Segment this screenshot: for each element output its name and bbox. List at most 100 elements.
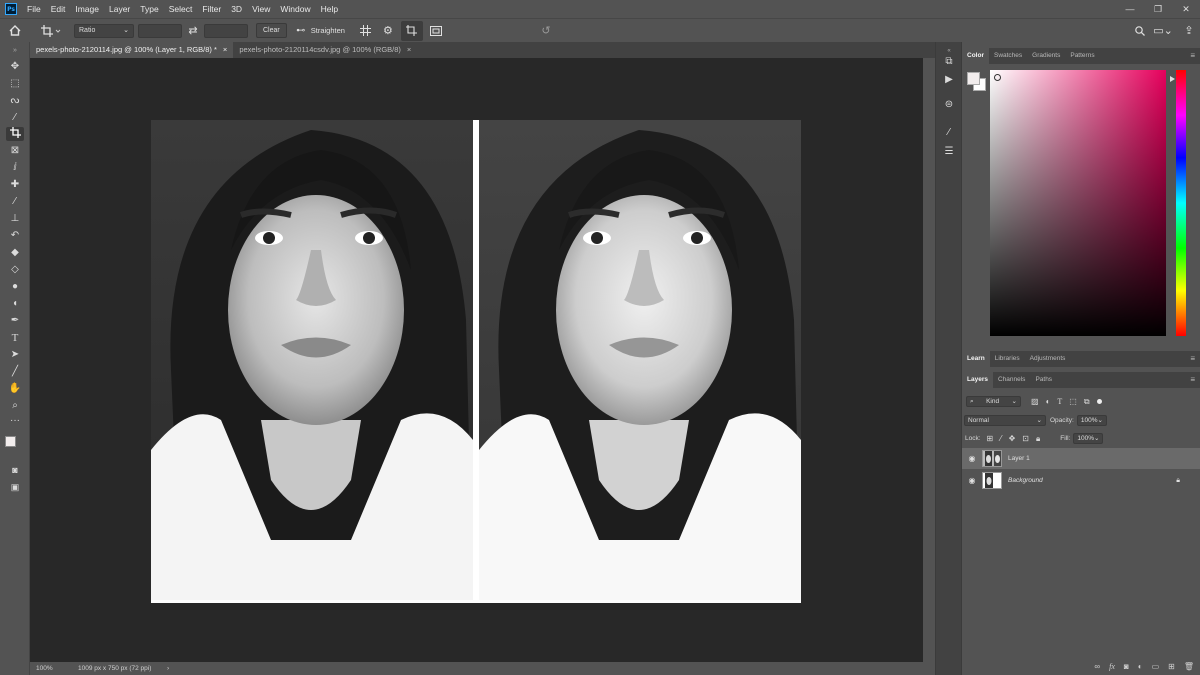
new-layer-icon[interactable]: ⊞ bbox=[1168, 662, 1175, 671]
delete-layer-icon[interactable]: 🗑︎ bbox=[1184, 662, 1194, 671]
screen-mode-icon[interactable]: ▣ bbox=[6, 480, 24, 494]
zoom-tool-icon[interactable]: ⌕ bbox=[6, 399, 24, 413]
layer-name[interactable]: Background bbox=[1008, 477, 1043, 484]
minimize-button[interactable]: — bbox=[1116, 0, 1144, 18]
magic-wand-tool-icon[interactable]: ⁄ bbox=[6, 111, 24, 125]
close-icon[interactable]: × bbox=[223, 42, 227, 58]
panel-menu-icon[interactable]: ≡ bbox=[1190, 354, 1195, 363]
color-foreground-swatch[interactable] bbox=[967, 72, 980, 85]
lock-image-icon[interactable]: ⁄ bbox=[1000, 434, 1001, 443]
quick-mask-icon[interactable]: ◙ bbox=[6, 463, 24, 477]
line-tool-icon[interactable]: ╱ bbox=[6, 365, 24, 379]
menu-window[interactable]: Window bbox=[275, 0, 315, 18]
gear-icon[interactable]: ⚙ bbox=[377, 21, 399, 41]
straighten-icon[interactable]: ⊷ bbox=[291, 21, 311, 41]
menu-help[interactable]: Help bbox=[316, 0, 343, 18]
hand-tool-icon[interactable]: ✋ bbox=[6, 382, 24, 396]
layer-name[interactable]: Layer 1 bbox=[1008, 455, 1030, 462]
delete-cropped-pixels-icon[interactable] bbox=[400, 20, 423, 41]
filter-type-icon[interactable]: T bbox=[1057, 397, 1062, 406]
tab-color[interactable]: Color bbox=[962, 48, 989, 64]
more-tools-icon[interactable]: ··· bbox=[6, 414, 24, 428]
menu-edit[interactable]: Edit bbox=[46, 0, 71, 18]
eye-icon[interactable]: ◉ bbox=[962, 454, 982, 463]
stamp-tool-icon[interactable]: ⊥ bbox=[6, 212, 24, 226]
foreground-color-swatch[interactable] bbox=[5, 436, 16, 447]
zoom-level[interactable]: 100% bbox=[30, 665, 70, 672]
menu-layer[interactable]: Layer bbox=[104, 0, 135, 18]
history-panel-icon[interactable]: ⧉ bbox=[941, 55, 957, 69]
blend-mode-select[interactable]: Normal ⌄ bbox=[964, 415, 1046, 426]
menu-select[interactable]: Select bbox=[164, 0, 198, 18]
link-layers-icon[interactable]: ∞ bbox=[1094, 662, 1100, 671]
paint-bucket-tool-icon[interactable]: ◇ bbox=[6, 263, 24, 277]
lock-transparent-icon[interactable]: ⊞ bbox=[987, 434, 994, 443]
swap-arrows-icon[interactable]: ⇄ bbox=[182, 21, 204, 41]
eyedropper-tool-icon[interactable]: ⅈ bbox=[6, 161, 24, 175]
share-icon[interactable]: ⇪ bbox=[1178, 21, 1200, 41]
content-aware-icon[interactable] bbox=[425, 21, 447, 41]
filter-pixel-icon[interactable]: ▨ bbox=[1031, 397, 1039, 406]
layer-row-background[interactable]: ◉ Background 🔒︎ bbox=[962, 470, 1200, 491]
filter-smart-object-icon[interactable]: ⧉ bbox=[1084, 397, 1090, 407]
tab-channels[interactable]: Channels bbox=[993, 372, 1030, 388]
color-saturation-field[interactable] bbox=[990, 70, 1166, 336]
fill-field[interactable]: 100% ⌄ bbox=[1073, 433, 1104, 444]
tab-patterns[interactable]: Patterns bbox=[1065, 48, 1099, 64]
brush-settings-icon[interactable]: ⁄ bbox=[941, 126, 957, 140]
menu-type[interactable]: Type bbox=[135, 0, 163, 18]
path-selection-tool-icon[interactable]: ➤ bbox=[6, 348, 24, 362]
menu-file[interactable]: File bbox=[22, 0, 46, 18]
history-brush-tool-icon[interactable]: ↶ bbox=[6, 229, 24, 243]
search-icon[interactable] bbox=[1129, 21, 1151, 41]
close-window-button[interactable]: ✕ bbox=[1172, 0, 1200, 18]
crop-tool-icon[interactable] bbox=[6, 127, 24, 141]
filter-adjustment-icon[interactable]: ◐ bbox=[1046, 397, 1051, 406]
opacity-field[interactable]: 100% ⌄ bbox=[1076, 415, 1107, 426]
tab-layers[interactable]: Layers bbox=[962, 372, 993, 388]
crop-width-field[interactable] bbox=[138, 23, 182, 38]
healing-brush-tool-icon[interactable]: ✚ bbox=[6, 178, 24, 192]
adjustments-sliders-icon[interactable]: ☰ bbox=[941, 145, 957, 159]
brush-tool-icon[interactable]: ⁄ bbox=[6, 195, 24, 209]
filter-shape-icon[interactable]: ⬚ bbox=[1069, 397, 1077, 406]
close-icon[interactable]: × bbox=[407, 42, 411, 58]
image-artboard[interactable] bbox=[151, 120, 801, 603]
eraser-tool-icon[interactable]: ◆ bbox=[6, 246, 24, 260]
grid-overlay-icon[interactable] bbox=[355, 21, 377, 41]
straighten-label[interactable]: Straighten bbox=[311, 26, 345, 35]
properties-icon[interactable]: ⊜ bbox=[941, 98, 957, 112]
filter-toggle-icon[interactable] bbox=[1096, 399, 1102, 404]
lasso-tool-icon[interactable]: ᔓ bbox=[6, 94, 24, 108]
dodge-tool-icon[interactable]: ◖ bbox=[6, 297, 24, 311]
status-menu-arrow[interactable]: › bbox=[165, 665, 169, 672]
clear-button[interactable]: Clear bbox=[256, 23, 287, 38]
home-icon[interactable] bbox=[0, 21, 30, 41]
tab-document-1[interactable]: pexels-photo-2120114.jpg @ 100% (Layer 1… bbox=[30, 42, 234, 58]
layer-filter-kind-select[interactable]: ⌕ Kind ⌄ bbox=[966, 396, 1021, 407]
document-canvas[interactable] bbox=[30, 58, 923, 662]
blur-tool-icon[interactable]: ● bbox=[6, 280, 24, 294]
panel-menu-icon[interactable]: ≡ bbox=[1190, 375, 1195, 384]
tab-gradients[interactable]: Gradients bbox=[1027, 48, 1065, 64]
color-picker-cursor[interactable] bbox=[994, 74, 1001, 81]
marquee-tool-icon[interactable]: ⬚ bbox=[6, 77, 24, 91]
adjustment-layer-icon[interactable]: ◐ bbox=[1138, 662, 1143, 671]
tab-libraries[interactable]: Libraries bbox=[990, 351, 1025, 367]
menu-view[interactable]: View bbox=[247, 0, 275, 18]
new-group-icon[interactable]: ▭ bbox=[1152, 662, 1160, 671]
ratio-select[interactable]: Ratio ⌄ bbox=[74, 23, 134, 38]
lock-all-icon[interactable]: 🔒︎ bbox=[1036, 434, 1040, 444]
lock-position-icon[interactable]: ✥ bbox=[1009, 434, 1016, 443]
crop-preset-icon[interactable] bbox=[36, 21, 66, 41]
move-tool-icon[interactable]: ✥ bbox=[6, 60, 24, 74]
type-tool-icon[interactable]: T bbox=[6, 331, 24, 345]
restore-button[interactable]: ❐ bbox=[1144, 0, 1172, 18]
lock-artboard-icon[interactable]: ⊡ bbox=[1022, 434, 1029, 443]
tab-swatches[interactable]: Swatches bbox=[989, 48, 1027, 64]
crop-height-field[interactable] bbox=[204, 23, 248, 38]
actions-play-icon[interactable]: ▶ bbox=[941, 73, 957, 87]
layer-style-icon[interactable]: fx bbox=[1109, 662, 1115, 671]
toolbar-collapse-icon[interactable]: » bbox=[6, 44, 24, 58]
menu-image[interactable]: Image bbox=[70, 0, 104, 18]
